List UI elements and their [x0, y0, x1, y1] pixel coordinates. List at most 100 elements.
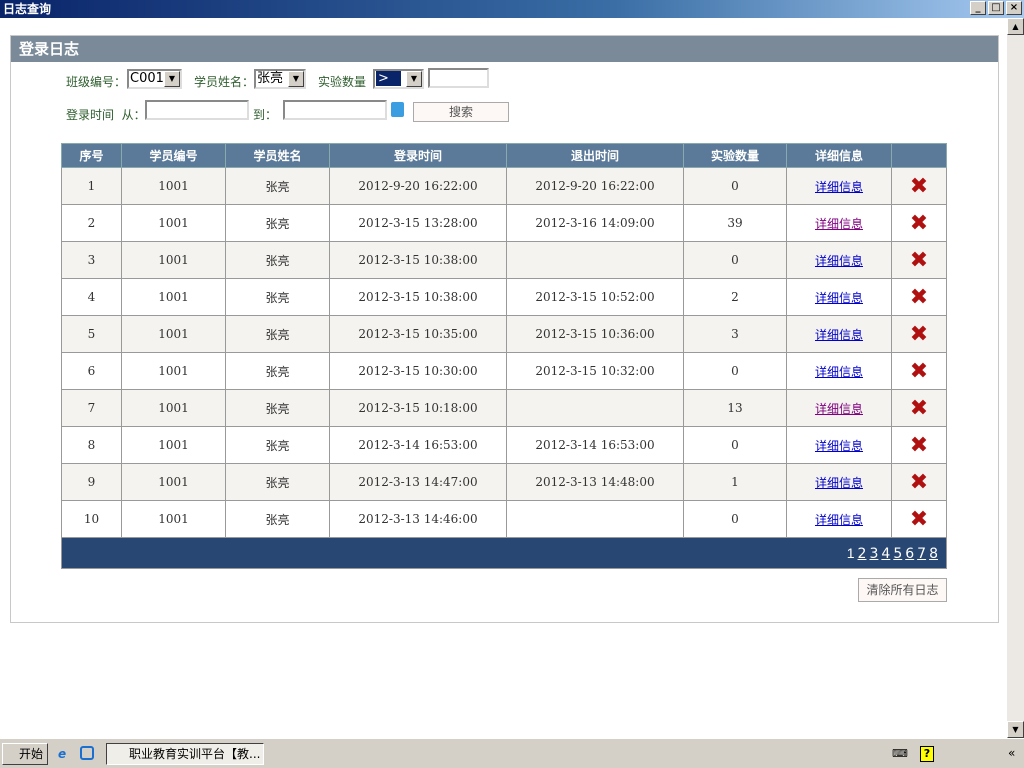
table-row: 2 1001 张亮 2012-3-15 13:28:00 2012-3-16 14:09…	[61, 204, 947, 242]
row-index: 10	[61, 500, 122, 538]
detail-link[interactable]: 详细信息	[815, 476, 863, 490]
start-button[interactable]: 开始	[2, 743, 48, 765]
delete-icon[interactable]: ✖	[910, 211, 928, 236]
delete-icon[interactable]: ✖	[910, 248, 928, 273]
student-id: 1001	[121, 315, 226, 353]
experiment-count: 1	[683, 463, 787, 501]
experiment-count: 0	[683, 426, 787, 464]
delete-icon[interactable]: ✖	[910, 470, 928, 495]
row-index: 8	[61, 426, 122, 464]
class-label: 班级编号：	[66, 75, 127, 89]
count-operator-select[interactable]: > ▼	[373, 69, 424, 89]
count-label: 实验数量	[318, 75, 367, 89]
page-link[interactable]: 6	[905, 546, 914, 562]
time-to-input[interactable]	[283, 100, 387, 120]
student-id: 1001	[121, 241, 226, 279]
keyboard-icon[interactable]: ⌨	[892, 747, 908, 760]
ie-icon[interactable]: e	[58, 747, 66, 761]
delete-icon[interactable]: ✖	[910, 322, 928, 347]
page-link[interactable]: 2	[858, 546, 867, 562]
clear-all-logs-button[interactable]: 清除所有日志	[858, 578, 947, 602]
detail-cell: 详细信息	[786, 389, 892, 427]
delete-icon[interactable]: ✖	[910, 174, 928, 199]
detail-link[interactable]: 详细信息	[815, 217, 863, 231]
login-time: 2012-3-15 13:28:00	[329, 204, 507, 242]
name-select[interactable]: 张亮 ▼	[254, 69, 306, 89]
maximize-button[interactable]: □	[988, 1, 1004, 15]
student-name: 张亮	[225, 463, 330, 501]
page-link[interactable]: 7	[917, 546, 926, 562]
login-time: 2012-3-15 10:38:00	[329, 278, 507, 316]
student-name: 张亮	[225, 426, 330, 464]
detail-link[interactable]: 详细信息	[815, 180, 863, 194]
delete-cell: ✖	[891, 315, 947, 353]
column-header: 序号	[61, 143, 122, 168]
column-header: 学员姓名	[225, 143, 330, 168]
student-name: 张亮	[225, 352, 330, 390]
expand-tray-icon[interactable]: «	[1008, 746, 1015, 760]
page-link[interactable]: 4	[881, 546, 890, 562]
taskbar-item[interactable]: 职业教育实训平台【教...	[106, 743, 264, 765]
logout-time: 2012-3-15 10:36:00	[506, 315, 684, 353]
delete-cell: ✖	[891, 241, 947, 279]
student-name: 张亮	[225, 315, 330, 353]
chevron-down-icon: ▼	[288, 71, 304, 87]
table-row: 3 1001 张亮 2012-3-15 10:38:00 0 详细信息 ✖	[61, 241, 947, 279]
delete-icon[interactable]: ✖	[910, 285, 928, 310]
login-time: 2012-3-15 10:38:00	[329, 241, 507, 279]
class-value: C001	[130, 71, 164, 86]
student-id: 1001	[121, 426, 226, 464]
column-header: 详细信息	[786, 143, 892, 168]
delete-icon[interactable]: ✖	[910, 433, 928, 458]
delete-icon[interactable]: ✖	[910, 396, 928, 421]
name-value: 张亮	[257, 71, 284, 86]
delete-cell: ✖	[891, 389, 947, 427]
detail-link[interactable]: 详细信息	[815, 513, 863, 527]
row-index: 3	[61, 241, 122, 279]
time-from-input[interactable]	[145, 100, 249, 120]
table-row: 4 1001 张亮 2012-3-15 10:38:00 2012-3-15 10:52…	[61, 278, 947, 316]
login-log-panel: 登录日志 班级编号： C001 ▼ 学员姓名： 张亮 ▼ 实验数量 > ▼ 登录时间 …	[10, 35, 999, 623]
page-link[interactable]: 8	[929, 546, 938, 562]
table-row: 5 1001 张亮 2012-3-15 10:35:00 2012-3-15 10:36…	[61, 315, 947, 353]
page-link[interactable]: 3	[869, 546, 878, 562]
detail-link[interactable]: 详细信息	[815, 291, 863, 305]
detail-cell: 详细信息	[786, 241, 892, 279]
taskbar: 开始 e 职业教育实训平台【教... ⌨ ? «	[0, 738, 1024, 768]
detail-cell: 详细信息	[786, 204, 892, 242]
time-from-label: 登录时间 从：	[66, 108, 146, 122]
detail-link[interactable]: 详细信息	[815, 328, 863, 342]
delete-icon[interactable]: ✖	[910, 507, 928, 532]
vertical-scrollbar[interactable]: ▲ ▼	[1007, 18, 1024, 738]
close-button[interactable]: ×	[1006, 1, 1022, 15]
student-id: 1001	[121, 278, 226, 316]
detail-link[interactable]: 详细信息	[815, 365, 863, 379]
delete-icon[interactable]: ✖	[910, 359, 928, 384]
detail-cell: 详细信息	[786, 315, 892, 353]
detail-link[interactable]: 详细信息	[815, 254, 863, 268]
search-button[interactable]: 搜索	[413, 102, 509, 122]
delete-cell: ✖	[891, 426, 947, 464]
page-link[interactable]: 5	[893, 546, 902, 562]
row-index: 9	[61, 463, 122, 501]
minimize-button[interactable]: _	[970, 1, 986, 15]
class-select[interactable]: C001 ▼	[127, 69, 182, 89]
detail-link[interactable]: 详细信息	[815, 402, 863, 416]
scroll-down-icon[interactable]: ▼	[1007, 721, 1024, 738]
desktop-icon[interactable]	[80, 746, 94, 760]
clear-trash-icon[interactable]	[391, 102, 404, 117]
column-header: 登录时间	[329, 143, 507, 168]
table-row: 7 1001 张亮 2012-3-15 10:18:00 13 详细信息 ✖	[61, 389, 947, 427]
count-input[interactable]	[428, 68, 489, 88]
time-to-label: 到：	[253, 108, 278, 122]
scroll-up-icon[interactable]: ▲	[1007, 18, 1024, 35]
experiment-count: 0	[683, 352, 787, 390]
student-id: 1001	[121, 204, 226, 242]
row-index: 6	[61, 352, 122, 390]
help-icon[interactable]: ?	[920, 746, 934, 762]
detail-link[interactable]: 详细信息	[815, 439, 863, 453]
row-index: 4	[61, 278, 122, 316]
delete-cell: ✖	[891, 463, 947, 501]
logout-time	[506, 500, 684, 538]
delete-cell: ✖	[891, 204, 947, 242]
